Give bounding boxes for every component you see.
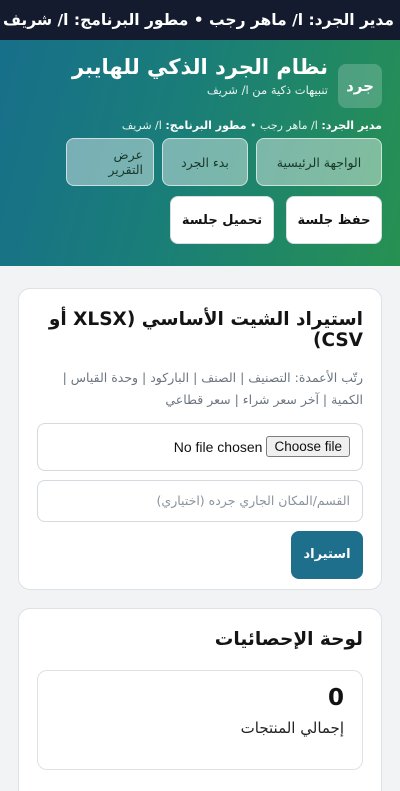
developer-value: ا/ شريف — [121, 119, 162, 132]
manager-label: مدير الجرد: — [321, 119, 382, 132]
total-products-value: 0 — [327, 685, 344, 711]
section-input-placeholder: القسم/المكان الجاري جرده (اختياري) — [156, 493, 350, 509]
stats-card: لوحة الإحصائيات 0 إجمالي المنتجات — [18, 608, 382, 791]
file-status: No file chosen — [173, 438, 263, 455]
logo-text: جرد — [346, 77, 374, 95]
home-button[interactable]: الواجهة الرئيسية — [256, 138, 382, 186]
credits-line: مدير الجرد: ا/ ماهر رجب • مطور البرنامج:… — [18, 119, 382, 132]
brand-row: جرد نظام الجرد الذكي للهايبر تنبيهات ذكي… — [18, 54, 382, 108]
top-status-bar: مدير الجرد: ا/ ماهر رجب • مطور البرنامج:… — [0, 0, 400, 40]
total-products-label: إجمالي المنتجات — [240, 719, 344, 737]
import-columns-hint: رتّب الأعمدة: التصنيف | الصنف | الباركود… — [62, 370, 363, 407]
choose-file-button[interactable]: Choose file — [266, 436, 350, 458]
app-title: نظام الجرد الذكي للهايبر — [71, 55, 328, 79]
stat-tile-total-products: 0 إجمالي المنتجات — [37, 670, 363, 770]
import-card-title: استيراد الشيت الأساسي (XLSX أو CSV) — [48, 309, 363, 351]
manager-value: ا/ ماهر رجب • — [250, 119, 318, 132]
file-input[interactable]: No file chosen Choose file — [37, 422, 363, 471]
stats-card-title: لوحة الإحصائيات — [214, 629, 363, 650]
import-card: استيراد الشيت الأساسي (XLSX أو CSV) رتّب… — [18, 288, 382, 590]
save-session-button[interactable]: حفظ جلسة — [286, 196, 382, 244]
topbar-credits: مدير الجرد: ا/ ماهر رجب • مطور البرنامج:… — [2, 11, 394, 29]
header-banner: جرد نظام الجرد الذكي للهايبر تنبيهات ذكي… — [0, 40, 400, 266]
import-button[interactable]: استيراد — [291, 530, 363, 579]
logo-badge: جرد — [338, 64, 382, 108]
section-input[interactable]: القسم/المكان الجاري جرده (اختياري) — [37, 479, 363, 522]
app-subtitle: تنبيهات ذكية من ا/ شريف — [206, 83, 328, 98]
view-report-button[interactable]: عرض التقرير — [66, 138, 154, 186]
load-session-button[interactable]: تحميل جلسة — [170, 196, 274, 244]
brand-text: نظام الجرد الذكي للهايبر تنبيهات ذكية من… — [72, 54, 328, 97]
session-buttons: حفظ جلسة تحميل جلسة — [18, 196, 382, 244]
start-inventory-button[interactable]: بدء الجرد — [162, 138, 248, 186]
nav-buttons: الواجهة الرئيسية بدء الجرد عرض التقرير — [18, 138, 382, 186]
developer-label: مطور البرنامج: — [165, 119, 247, 132]
